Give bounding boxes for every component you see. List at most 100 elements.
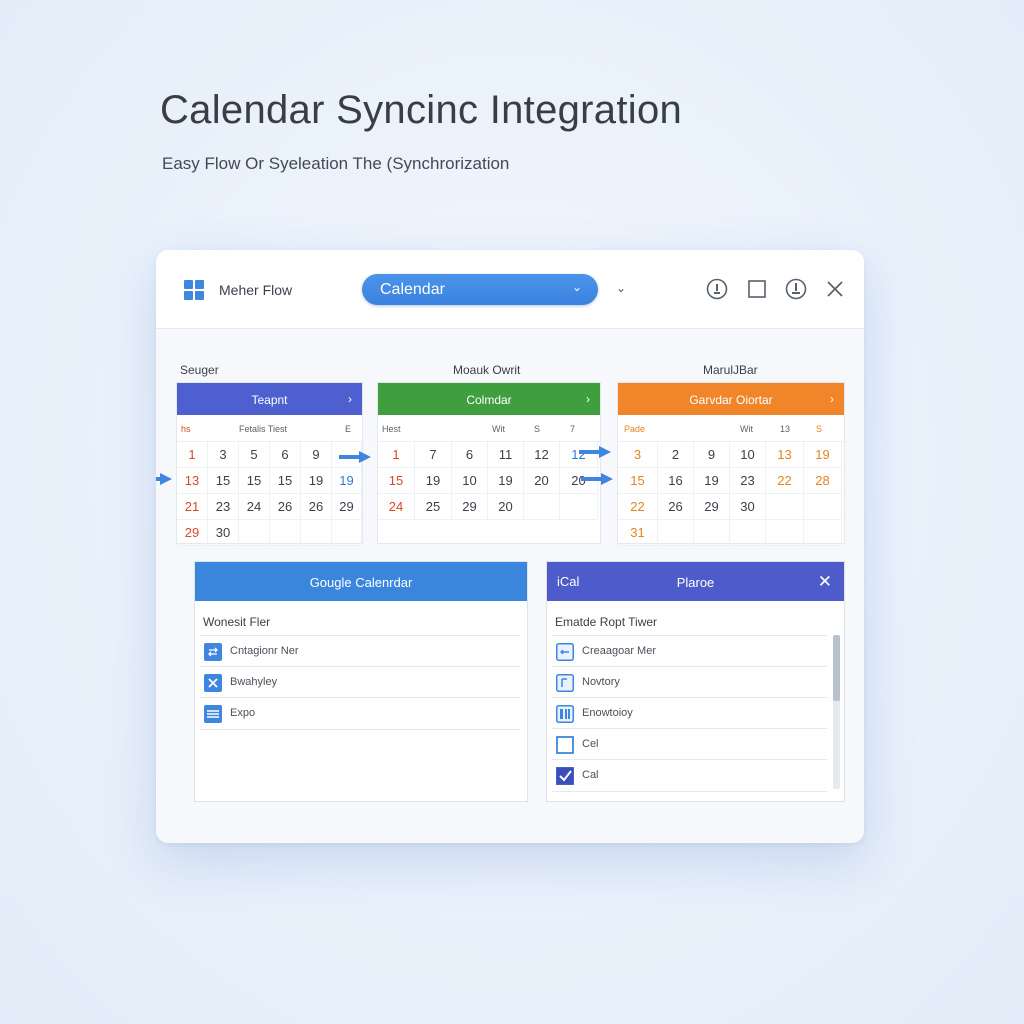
calendar-day-cell[interactable]: 12: [524, 442, 560, 468]
calendar-day-cell[interactable]: 29: [177, 520, 208, 546]
calendar-day-cell[interactable]: 24: [378, 494, 415, 520]
scrollbar-thumb[interactable]: [833, 635, 840, 701]
calendar-day-cell[interactable]: 10: [730, 442, 766, 468]
chevron-down-icon[interactable]: ⌄: [616, 281, 626, 295]
calendar-day-cell[interactable]: 20: [488, 494, 524, 520]
calendar-2-weekdays: Hest Wit S 7: [378, 415, 600, 442]
calendar-day-cell: [730, 520, 766, 546]
calendar-day-cell: [524, 494, 560, 520]
calendar-day-cell[interactable]: 20: [524, 468, 560, 494]
calendar-day-cell[interactable]: 23: [208, 494, 239, 520]
calendar-day-cell[interactable]: 15: [239, 468, 270, 494]
calendar-3-header: Garvdar Oiortar ›: [618, 383, 844, 415]
chevron-right-icon[interactable]: ›: [830, 392, 834, 406]
list-item[interactable]: Expo: [200, 697, 520, 730]
calendar-day-cell[interactable]: 7: [415, 442, 452, 468]
sync-arrow-icon: [579, 446, 611, 458]
calendar-day-cell[interactable]: 1: [177, 442, 208, 468]
calendar-day-cell[interactable]: 3: [618, 442, 658, 468]
calendar-3-title: Garvdar Oiortar: [689, 393, 773, 407]
calendar-day-cell[interactable]: 30: [730, 494, 766, 520]
list-item[interactable]: Bwahyley: [200, 666, 520, 698]
calendar-day-cell[interactable]: 19: [301, 468, 332, 494]
ical-panel-header: iCal Plaroe ✕: [547, 562, 844, 601]
chevron-down-icon: ⌄: [571, 280, 582, 294]
calendar-day-cell[interactable]: 11: [488, 442, 524, 468]
sync-icon: [204, 643, 222, 661]
calendar-day-cell[interactable]: 31: [618, 520, 658, 546]
calendar-day-cell[interactable]: 21: [177, 494, 208, 520]
scrollbar[interactable]: [833, 635, 840, 789]
calendar-day-cell[interactable]: 16: [658, 468, 694, 494]
page-subtitle: Easy Flow Or Syeleation The (Synchroriza…: [162, 154, 510, 173]
calendar-day-cell[interactable]: 26: [270, 494, 301, 520]
calendar-day-cell[interactable]: 6: [452, 442, 488, 468]
calendar-day-cell[interactable]: 23: [730, 468, 766, 494]
app-logo-icon: [184, 280, 204, 300]
ical-panel: iCal Plaroe ✕ Ematde Ropt Tiwer Creaagoa…: [546, 561, 845, 802]
checkbox-checked-icon[interactable]: [556, 767, 574, 785]
calendar-day-cell[interactable]: 19: [415, 468, 452, 494]
calendar-day-cell[interactable]: 6: [270, 442, 301, 468]
maximize-icon[interactable]: [746, 278, 768, 300]
calendar-day-cell[interactable]: 13: [766, 442, 804, 468]
calendar-day-cell: [658, 520, 694, 546]
calendar-day-cell[interactable]: 19: [694, 468, 730, 494]
app-name: Meher Flow: [219, 282, 293, 298]
list-item[interactable]: Cntagionr Ner: [200, 635, 520, 667]
settings-icon[interactable]: [785, 278, 807, 300]
calendar-day-cell[interactable]: 9: [694, 442, 730, 468]
checkbox-unchecked-icon[interactable]: [556, 736, 574, 754]
weekday-label: Pade: [624, 424, 646, 434]
calendar-2-caption: Moauk Owrit: [453, 363, 521, 377]
calendar-3-caption: MarulJBar: [703, 363, 758, 377]
calendar-day-cell[interactable]: 22: [766, 468, 804, 494]
calendar-day-cell[interactable]: 22: [618, 494, 658, 520]
calendar-day-cell[interactable]: 15: [618, 468, 658, 494]
chevron-right-icon[interactable]: ›: [348, 392, 352, 406]
weekday-label: Wit: [492, 424, 505, 434]
calendar-2-header: Colmdar ›: [378, 383, 600, 415]
info-icon[interactable]: [706, 278, 728, 300]
calendar-day-cell[interactable]: 15: [378, 468, 415, 494]
calendar-day-cell[interactable]: 25: [415, 494, 452, 520]
calendar-day-cell[interactable]: 29: [332, 494, 362, 520]
list-item[interactable]: Enowtoioy: [552, 697, 827, 729]
calendar-day-cell[interactable]: 19: [488, 468, 524, 494]
calendar-day-cell[interactable]: 19: [332, 468, 362, 494]
weekday-label: hs: [181, 424, 191, 434]
calendar-day-cell[interactable]: 30: [208, 520, 239, 546]
list-item-label: Enowtoioy: [582, 707, 633, 719]
close-icon[interactable]: ✕: [818, 572, 832, 592]
calendar-select[interactable]: Calendar ⌄: [362, 274, 598, 305]
calendar-day-cell[interactable]: 2: [658, 442, 694, 468]
calendar-day-cell: [560, 494, 598, 520]
calendar-day-cell[interactable]: 28: [804, 468, 842, 494]
list-item[interactable]: Cel: [552, 728, 827, 760]
calendar-day-cell[interactable]: 9: [301, 442, 332, 468]
calendar-day-cell: [766, 520, 804, 546]
list-item[interactable]: Novtory: [552, 666, 827, 698]
calendar-day-cell[interactable]: 29: [452, 494, 488, 520]
calendar-day-cell[interactable]: 29: [694, 494, 730, 520]
calendar-day-cell[interactable]: 26: [301, 494, 332, 520]
close-icon[interactable]: [824, 278, 846, 300]
calendar-day-cell[interactable]: 26: [658, 494, 694, 520]
list-item-label: Cel: [582, 738, 599, 750]
calendar-day-cell[interactable]: 5: [239, 442, 270, 468]
calendar-day-cell: [766, 494, 804, 520]
calendar-1-title: Teapnt: [251, 393, 288, 407]
calendar-day-cell[interactable]: 3: [208, 442, 239, 468]
calendar-day-cell[interactable]: 10: [452, 468, 488, 494]
list-item[interactable]: Creaagoar Mer: [552, 635, 827, 667]
calendar-day-cell[interactable]: 15: [270, 468, 301, 494]
calendar-day-cell[interactable]: 19: [804, 442, 842, 468]
list-item[interactable]: Cal: [552, 759, 827, 792]
calendar-day-cell[interactable]: 1: [378, 442, 415, 468]
sync-arrow-icon: [581, 473, 613, 485]
calendar-day-cell[interactable]: 24: [239, 494, 270, 520]
chevron-right-icon[interactable]: ›: [586, 392, 590, 406]
weekday-label: S: [816, 424, 823, 434]
calendar-day-cell[interactable]: 15: [208, 468, 239, 494]
calendar-day-cell[interactable]: 13: [177, 468, 208, 494]
